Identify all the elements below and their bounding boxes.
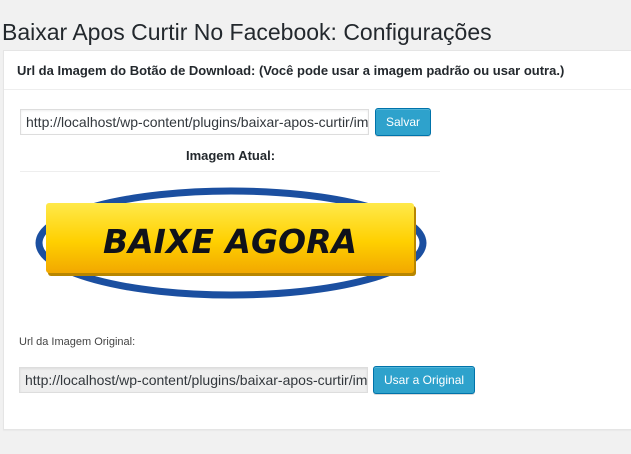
banner-text: BAIXE AGORA bbox=[103, 222, 357, 261]
settings-postbox: Url da Imagem do Botão de Download: (Voc… bbox=[3, 50, 631, 430]
use-original-button[interactable]: Usar a Original bbox=[373, 366, 476, 394]
postbox-header: Url da Imagem do Botão de Download: (Voc… bbox=[4, 51, 631, 90]
original-url-input[interactable]: http://localhost/wp-content/plugins/baix… bbox=[19, 367, 368, 393]
current-download-image: BAIXE AGORA bbox=[34, 187, 429, 299]
baixe-agora-banner-image: BAIXE AGORA bbox=[35, 187, 427, 299]
original-url-label: Url da Imagem Original: bbox=[19, 336, 136, 348]
save-button[interactable]: Salvar bbox=[375, 108, 432, 136]
postbox-title: Url da Imagem do Botão de Download: (Voc… bbox=[17, 63, 565, 78]
divider bbox=[20, 171, 440, 172]
current-image-label: Imagem Atual: bbox=[185, 148, 276, 163]
page-title: Baixar Apos Curtir No Facebook: Configur… bbox=[2, 19, 492, 46]
image-url-input[interactable]: http://localhost/wp-content/plugins/baix… bbox=[20, 109, 369, 135]
